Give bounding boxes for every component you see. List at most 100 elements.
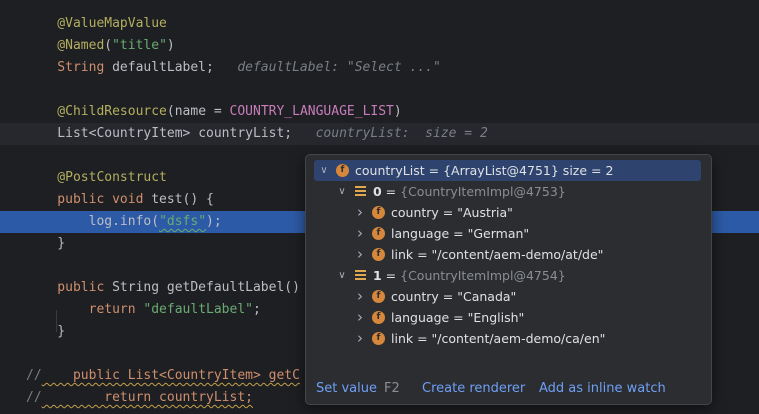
code-token: // <box>26 390 42 405</box>
chevron-right-icon[interactable]: › <box>354 328 366 349</box>
code-token: defaultLabel; <box>112 60 214 75</box>
variable-value: "/content/aem-demo/at/de" <box>431 247 604 262</box>
code-token: > countryList; <box>182 126 293 141</box>
tree-row[interactable]: ∨ 1 = {CountryItemImpl@4754} <box>314 265 701 286</box>
tree-row[interactable]: › f link = "/content/aem-demo/ca/en" <box>314 328 701 349</box>
code-token: test() { <box>151 192 214 207</box>
code-token: "title" <box>112 38 167 53</box>
inline-debug-value: countryList: size = 2 <box>292 126 488 141</box>
code-token: return countryList; <box>41 390 253 405</box>
create-renderer-link[interactable]: Create renderer <box>422 374 525 404</box>
equals-sign: = <box>449 310 468 325</box>
code-token: COUNTRY_LANGUAGE_LIST <box>229 104 394 119</box>
code-token: String getDefaultLabel() <box>112 280 300 295</box>
equals-sign: = <box>438 205 458 220</box>
code-token: List< <box>26 126 97 141</box>
inline-debug-value: defaultLabel: "Select ..." <box>213 60 441 75</box>
collection-size: size = 2 <box>558 163 614 178</box>
equals-sign: = <box>413 331 432 346</box>
add-inline-watch-link[interactable]: Add as inline watch <box>539 374 666 404</box>
code-line[interactable]: @Named("title") <box>0 35 759 57</box>
tree-row[interactable]: › f language = "English" <box>314 307 701 328</box>
field-icon: f <box>372 290 385 303</box>
equals-sign: = <box>381 268 401 283</box>
tree-row[interactable]: ∨ 0 = {CountryItemImpl@4753} <box>314 181 701 202</box>
equals-sign: = <box>438 289 458 304</box>
field-icon: f <box>372 311 385 324</box>
code-token: log.info( <box>26 214 160 229</box>
tree-row-text: link = "/content/aem-demo/at/de" <box>391 244 603 265</box>
code-token: // <box>26 368 42 383</box>
code-token: (name = <box>166 104 230 119</box>
equals-sign: = <box>381 184 401 199</box>
variable-name: 0 <box>373 184 382 199</box>
code-token: ( <box>104 38 113 53</box>
code-line[interactable]: @ChildResource(name = COUNTRY_LANGUAGE_L… <box>0 101 759 123</box>
variable-value: "/content/aem-demo/ca/en" <box>431 331 606 346</box>
field-icon: f <box>372 227 385 240</box>
code-token: ); <box>206 214 222 229</box>
chevron-down-icon[interactable]: ∨ <box>318 160 330 181</box>
code-token: return <box>26 302 144 317</box>
equals-sign: = <box>413 247 432 262</box>
chevron-right-icon[interactable]: › <box>354 202 366 223</box>
code-token: CountryItem <box>96 126 183 141</box>
chevron-right-icon[interactable]: › <box>354 286 366 307</box>
equals-sign: = <box>424 163 444 178</box>
tree-row[interactable]: ∨ f countryList = {ArrayList@4751} size = … <box>314 160 701 181</box>
code-token: "defaultLabel" <box>143 302 253 317</box>
tree-row-text: country = "Canada" <box>391 286 516 307</box>
chevron-down-icon[interactable]: ∨ <box>336 265 348 286</box>
list-element-icon <box>355 186 366 197</box>
field-icon: f <box>372 206 385 219</box>
chevron-right-icon[interactable]: › <box>354 307 366 328</box>
tree-row-text: country = "Austria" <box>391 202 513 223</box>
equals-sign: = <box>449 226 468 241</box>
code-token: ; <box>252 302 261 317</box>
variable-inspect-popup[interactable]: ∨ f countryList = {ArrayList@4751} size = … <box>305 154 712 405</box>
tree-row[interactable]: › f link = "/content/aem-demo/at/de" <box>314 244 701 265</box>
variable-name: link <box>391 331 414 346</box>
tree-row-text: link = "/content/aem-demo/ca/en" <box>391 328 605 349</box>
code-line[interactable]: List<CountryItem> countryList; countryLi… <box>0 123 759 145</box>
code-token: } <box>26 236 66 251</box>
variable-value: {CountryItemImpl@4754} <box>400 268 566 283</box>
code-line[interactable]: String defaultLabel; defaultLabel: "Sele… <box>0 57 759 79</box>
set-value-link[interactable]: Set value <box>316 374 377 404</box>
variable-value: {ArrayList@4751} <box>443 163 559 178</box>
list-element-icon <box>355 270 366 281</box>
tree-row-text: language = "English" <box>391 307 524 328</box>
code-token: public <box>26 280 113 295</box>
variable-name: link <box>391 247 414 262</box>
code-token: @Named <box>26 38 105 53</box>
field-icon: f <box>336 164 349 177</box>
code-token: } <box>26 324 66 339</box>
code-token: @ChildResource <box>26 104 167 119</box>
tree-row-text: countryList = {ArrayList@4751} size = 2 <box>355 160 613 181</box>
chevron-right-icon[interactable]: › <box>354 223 366 244</box>
field-icon: f <box>372 248 385 261</box>
tree-row[interactable]: › f language = "German" <box>314 223 701 244</box>
tree-row-text: 1 = {CountryItemImpl@4754} <box>373 265 566 286</box>
tree-row-text: 0 = {CountryItemImpl@4753} <box>373 181 566 202</box>
variable-name: country <box>391 289 439 304</box>
chevron-down-icon[interactable]: ∨ <box>336 181 348 202</box>
variable-name: 1 <box>373 268 382 283</box>
code-token: String <box>26 60 113 75</box>
tree-row[interactable]: › f country = "Canada" <box>314 286 701 307</box>
tree-row[interactable]: › f country = "Austria" <box>314 202 701 223</box>
code-token: ) <box>393 104 402 119</box>
variable-value: {CountryItemImpl@4753} <box>400 184 566 199</box>
code-token: ) <box>166 38 175 53</box>
variable-name: countryList <box>355 163 425 178</box>
variable-value: "Canada" <box>457 289 517 304</box>
code-token: @ValueMapValue <box>26 16 167 31</box>
code-token: public void <box>26 192 152 207</box>
field-icon: f <box>372 332 385 345</box>
variable-name: country <box>391 205 439 220</box>
chevron-right-icon[interactable]: › <box>354 244 366 265</box>
set-value-shortcut: F2 <box>384 381 400 396</box>
code-token: public List<CountryItem> getC <box>41 368 300 383</box>
code-line[interactable]: @ValueMapValue <box>0 13 759 35</box>
variable-value: "German" <box>467 226 530 241</box>
